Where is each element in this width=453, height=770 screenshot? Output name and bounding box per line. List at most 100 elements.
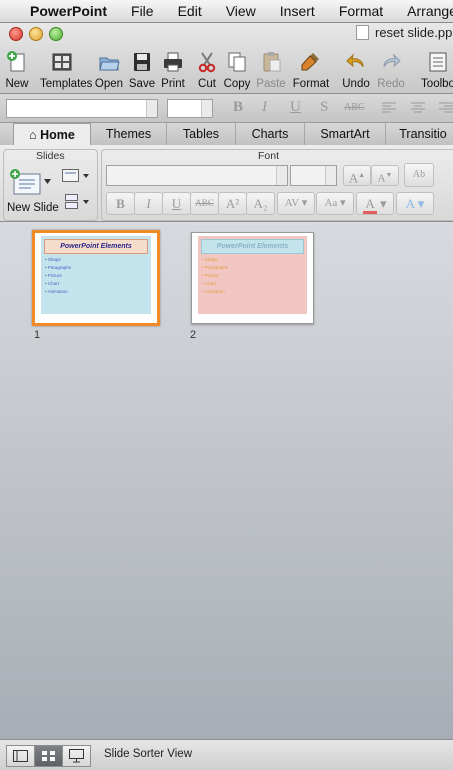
font-name-combo[interactable] [6, 99, 158, 118]
menu-insert[interactable]: Insert [280, 3, 315, 19]
tab-themes[interactable]: Themes [91, 123, 167, 145]
chevron-down-icon [201, 100, 212, 117]
slide-sorter-view-icon [42, 751, 55, 761]
window-title: reset slide.pp [356, 25, 452, 40]
bold-button[interactable]: B [233, 99, 243, 116]
undo-button[interactable]: Undo [336, 50, 376, 90]
close-window-button[interactable] [9, 27, 23, 41]
menu-arrange[interactable]: Arrange [407, 3, 453, 19]
normal-view-icon [13, 750, 28, 762]
font-group-title: Font [258, 150, 280, 162]
window-title-text: reset slide.pp [375, 25, 453, 40]
slide-bullet-list: • Shape • Paragraphs • Picture • Chart • Ani… [45, 256, 71, 296]
document-icon [356, 25, 369, 40]
slide-bullet: • Shape [202, 257, 218, 262]
toolbox-icon [429, 52, 447, 72]
templates-label: Templates [40, 78, 93, 90]
menu-edit[interactable]: Edit [178, 3, 202, 19]
grow-font-button[interactable]: A▲ [343, 165, 371, 186]
minimize-window-button[interactable] [29, 27, 43, 41]
shadow-button[interactable]: S [320, 99, 328, 116]
tab-home-label: Home [40, 128, 75, 142]
ribbon-font-name-combo[interactable] [106, 165, 288, 186]
section-button[interactable] [62, 193, 92, 211]
underline-button[interactable]: U [290, 99, 301, 116]
slide-bullet: • Picture [45, 273, 62, 278]
toolbox-button[interactable]: Toolbo [418, 50, 453, 90]
tab-transitions-label: Transitio [399, 127, 447, 141]
slide-show-view-icon [69, 749, 84, 763]
ribbon-font-size-combo[interactable] [290, 165, 337, 186]
chevron-down-icon [325, 166, 336, 185]
tab-charts[interactable]: Charts [236, 123, 305, 145]
text-effects-label: A [405, 196, 415, 211]
new-button[interactable]: New [0, 50, 37, 90]
new-document-icon [7, 51, 25, 72]
menu-view[interactable]: View [226, 3, 256, 19]
slide-title: PowerPoint Elements [44, 239, 148, 254]
align-left-icon[interactable] [381, 101, 397, 115]
align-center-icon[interactable] [410, 101, 426, 115]
italic-button[interactable]: I [262, 99, 267, 116]
slide-title: PowerPoint Elements [201, 239, 304, 254]
window-toolbar: reset slide.pp New Templates Open Save P… [0, 23, 453, 94]
format-painter-button[interactable]: Format [291, 50, 331, 90]
tab-home[interactable]: ⌂ Home [13, 123, 91, 146]
strikethrough-button[interactable]: ABC [344, 102, 365, 113]
slide-number: 2 [190, 329, 197, 341]
tab-smartart-label: SmartArt [320, 127, 370, 141]
status-bar: Slide Sorter View [0, 739, 453, 770]
slide-thumbnail[interactable]: PowerPoint Elements • Shape • Paragraphs • … [32, 230, 160, 326]
normal-view-button[interactable] [6, 745, 35, 767]
save-icon [134, 53, 150, 71]
toolbox-label: Toolbo [421, 78, 453, 90]
menu-powerpoint[interactable]: PowerPoint [30, 3, 107, 19]
ribbon-italic-button[interactable]: I [134, 192, 163, 215]
slide-bullet-text: Chart [47, 281, 59, 286]
menu-format[interactable]: Format [339, 3, 383, 19]
tab-tables[interactable]: Tables [167, 123, 236, 145]
clear-formatting-button[interactable]: Ab [404, 163, 434, 187]
slide-bullet: • Animation [202, 289, 225, 294]
paste-label: Paste [256, 78, 286, 90]
slide-show-view-button[interactable] [62, 745, 91, 767]
slide-bullet-text: Paragraphs [47, 265, 72, 270]
subscript-button[interactable]: A₂ [246, 192, 275, 215]
new-slide-button[interactable]: New Slide [6, 166, 59, 218]
zoom-window-button[interactable] [49, 27, 63, 41]
ribbon-bold-button[interactable]: B [106, 192, 135, 215]
cut-icon [198, 52, 216, 73]
paste-button[interactable]: Paste [251, 50, 291, 90]
ribbon-underline-button[interactable]: U [162, 192, 191, 215]
chevron-down-icon[interactable] [44, 179, 51, 184]
align-right-icon[interactable] [438, 101, 453, 115]
chevron-down-icon [146, 100, 157, 117]
tab-smartart[interactable]: SmartArt [305, 123, 386, 145]
tab-themes-label: Themes [105, 127, 152, 141]
redo-button[interactable]: Redo [371, 50, 411, 90]
tab-transitions[interactable]: Transitio [386, 123, 453, 145]
slide-bullet: • Chart [202, 281, 216, 286]
slide-bullet-text: Animation [204, 289, 225, 294]
slide-content: PowerPoint Elements • Shape • Paragraphs • … [198, 236, 307, 314]
section-icon [65, 194, 78, 209]
menu-file[interactable]: File [131, 3, 154, 19]
font-size-combo[interactable] [167, 99, 213, 118]
templates-button[interactable]: Templates [40, 50, 93, 90]
slide-bullet: • Shape [45, 257, 61, 262]
shrink-font-button[interactable]: A▼ [371, 165, 399, 186]
slide-bullet: • Picture [202, 273, 219, 278]
slide-sorter-view-button[interactable] [34, 745, 63, 767]
slide-thumbnail[interactable]: PowerPoint Elements • Shape • Paragraphs • … [191, 232, 314, 324]
formatting-bar: B I U S ABC [0, 94, 453, 123]
slide-layout-button[interactable] [62, 167, 92, 185]
font-color-button[interactable]: A ▾ [356, 192, 394, 215]
open-folder-icon [99, 57, 120, 71]
superscript-button[interactable]: A² [218, 192, 247, 215]
character-spacing-button[interactable]: AV ▾ [277, 192, 315, 215]
layout-icon [62, 169, 79, 182]
ribbon-strikethrough-button[interactable]: ABC [190, 192, 219, 215]
chevron-down-icon [83, 174, 89, 178]
change-case-button[interactable]: Aa ▾ [316, 192, 354, 215]
text-effects-button[interactable]: A ▾ [396, 192, 434, 215]
